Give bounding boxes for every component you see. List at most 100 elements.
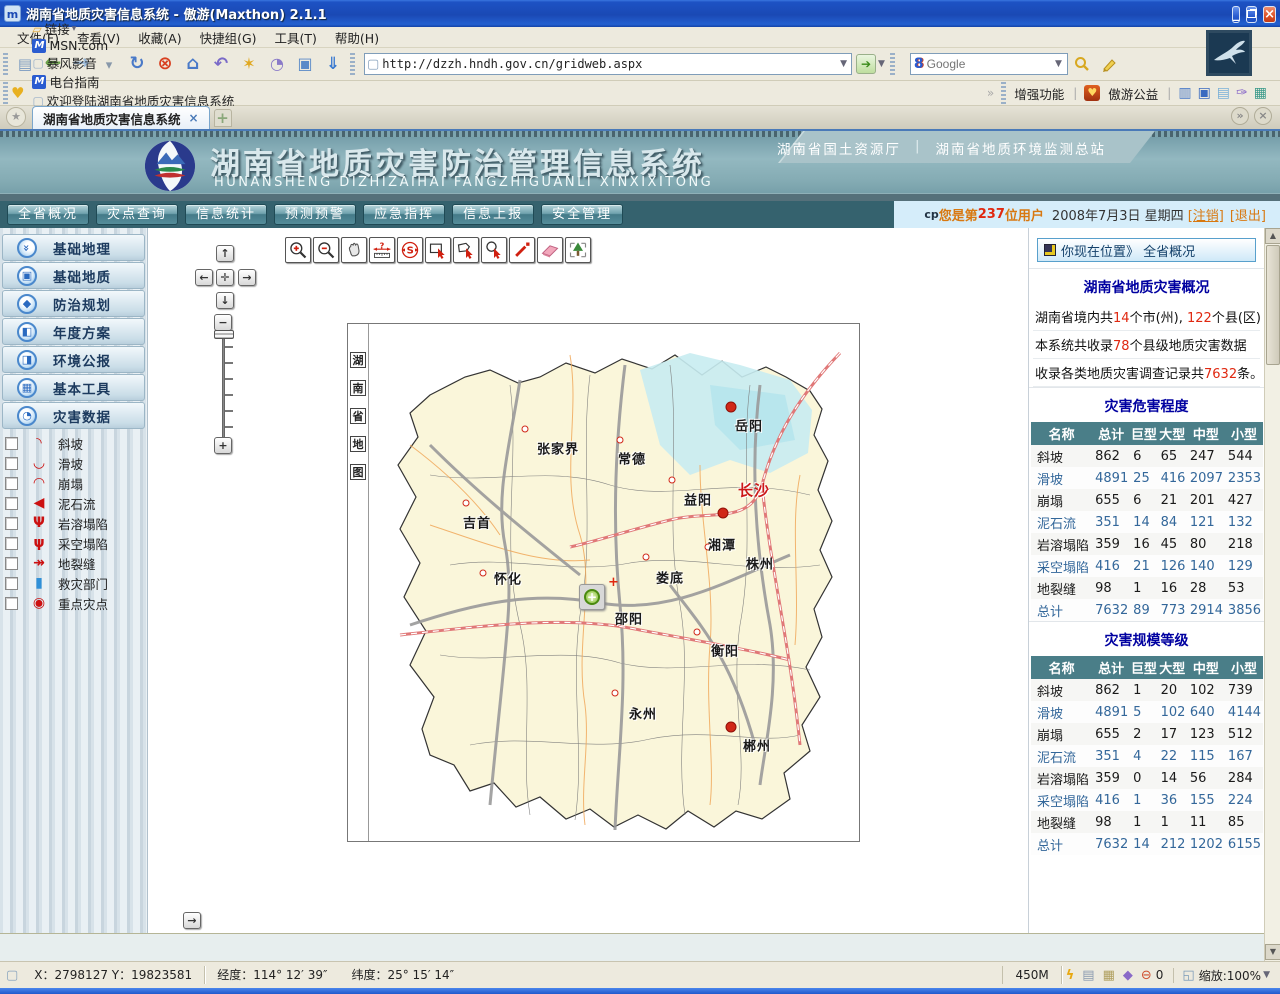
pan-down-button[interactable]: ↓ (216, 292, 234, 309)
select-circle-icon[interactable] (481, 237, 507, 263)
address-input[interactable] (382, 57, 838, 71)
nav-tab-2[interactable]: 信息统计 (185, 204, 267, 225)
zoom-slider-track[interactable] (222, 332, 225, 440)
select-polygon-icon[interactable] (453, 237, 479, 263)
download-icon[interactable]: ⇓ (320, 51, 346, 77)
tab-close-icon[interactable]: × (189, 111, 199, 125)
boost-lightning-icon[interactable]: ϟ (1066, 968, 1075, 983)
zoom-out-icon[interactable] (313, 237, 339, 263)
zoom-minus-button[interactable]: − (214, 314, 232, 331)
zoom-plus-button[interactable]: + (214, 437, 232, 454)
layer-checkbox[interactable] (5, 437, 18, 450)
map-locate-marker[interactable]: + (579, 584, 605, 610)
pan-left-button[interactable]: ← (195, 269, 213, 286)
banner-link-0[interactable]: 湖南省国土资源厅 (777, 138, 901, 158)
go-button[interactable]: ➔ (856, 54, 876, 74)
zoom-dropdown-icon[interactable]: ▼ (1261, 970, 1272, 980)
layers-tree-icon[interactable] (565, 237, 591, 263)
history-icon[interactable]: ◔ (264, 51, 290, 77)
pan-up-button[interactable]: ↑ (216, 245, 234, 262)
logout-link[interactable]: [注销] (1188, 205, 1224, 224)
go-dropdown-icon[interactable]: ▼ (876, 59, 887, 69)
nav-tab-4[interactable]: 应急指挥 (363, 204, 445, 225)
nav-tab-5[interactable]: 信息上报 (452, 204, 534, 225)
popup-blocker-icon[interactable]: ⊖ (1141, 968, 1152, 983)
nav-tab-1[interactable]: 灾点查询 (96, 204, 178, 225)
layer-checkbox[interactable] (5, 517, 18, 530)
nav-tab-0[interactable]: 全省概况 (7, 204, 89, 225)
nav-tab-6[interactable]: 安全管理 (541, 204, 623, 225)
links-overflow-chevron[interactable]: » (987, 86, 994, 100)
pan-right-button[interactable]: → (238, 269, 256, 286)
exit-link[interactable]: [退出] (1230, 205, 1266, 224)
redline-icon[interactable] (509, 237, 535, 263)
link-item-0[interactable]: ▱链接▾ (32, 19, 234, 38)
layer-checkbox[interactable] (5, 497, 18, 510)
maxthon-charity-link[interactable]: 傲游公益 (1108, 84, 1158, 103)
tab-list-close-icon[interactable]: × (1254, 107, 1272, 125)
link-item-3[interactable]: M电台指南 (32, 72, 234, 91)
tab-star-button[interactable]: ★ (6, 107, 26, 127)
scroll-down-icon[interactable]: ▼ (1265, 944, 1280, 960)
address-dropdown-icon[interactable]: ▼ (838, 59, 849, 69)
tab-active[interactable]: 湖南省地质灾害信息系统 × (32, 106, 210, 129)
toolbar-drag-handle[interactable] (3, 53, 8, 75)
sidebar-section-6[interactable]: ◔灾害数据 (2, 402, 145, 429)
scroll-right-button[interactable]: → (183, 912, 201, 929)
sidebar-section-1[interactable]: ▣基础地质 (2, 262, 145, 289)
new-window-icon[interactable]: ▦ (1103, 968, 1115, 983)
split-window-icon[interactable]: ▣ (292, 51, 318, 77)
enhance-link[interactable]: 增强功能 (1014, 84, 1064, 103)
pens-icon[interactable]: ✑ (1236, 85, 1248, 101)
address-drag-handle[interactable] (350, 53, 355, 75)
menu-item-4[interactable]: 工具(T) (266, 26, 326, 49)
nav-tab-3[interactable]: 预测预警 (274, 204, 356, 225)
window-icon[interactable]: ▣ (1198, 85, 1211, 101)
vertical-scrollbar[interactable]: ▲ ▼ (1264, 228, 1280, 961)
scroll-up-icon[interactable]: ▲ (1265, 228, 1280, 244)
new-tab-button[interactable]: + (214, 109, 232, 127)
sidebar-section-0[interactable]: »基础地理 (2, 234, 145, 261)
shield-icon[interactable]: ♥ (1084, 85, 1100, 101)
eraser-icon[interactable] (537, 237, 563, 263)
zoom-slider-thumb[interactable] (214, 330, 234, 339)
close-button[interactable]: × (1263, 6, 1276, 23)
highlight-button[interactable] (1097, 51, 1123, 77)
sidebar-section-2[interactable]: ◆防治规划 (2, 290, 145, 317)
map-viewport[interactable]: 张家界常德岳阳吉首益阳长沙湘潭株州怀化娄底邵阳衡阳永州郴州 + + (370, 325, 859, 840)
link-item-1[interactable]: MMSN.com (32, 38, 234, 53)
menu-item-5[interactable]: 帮助(H) (326, 26, 388, 49)
zoom-in-icon[interactable] (285, 237, 311, 263)
banner-link-1[interactable]: 湖南省地质环境监测总站 (936, 138, 1107, 158)
search-button[interactable] (1069, 51, 1095, 77)
link-item-2[interactable]: ▢暴风影音 (32, 53, 234, 72)
restore-button[interactable] (1246, 6, 1257, 23)
search-drag-handle[interactable] (890, 53, 895, 75)
favorites-heart-icon[interactable]: ♥ (11, 84, 24, 102)
search-input[interactable] (927, 57, 1053, 71)
sidebar-section-5[interactable]: ▦基本工具 (2, 374, 145, 401)
resize-icon[interactable]: ◱ (1173, 968, 1194, 983)
plugin-diamond-icon[interactable]: ◆ (1123, 968, 1133, 983)
layer-checkbox[interactable] (5, 457, 18, 470)
proxy-icon[interactable]: ▤ (1082, 968, 1094, 983)
pan-icon[interactable] (341, 237, 367, 263)
wand-icon[interactable]: ✶ (236, 51, 262, 77)
sidebar-section-3[interactable]: ◧年度方案 (2, 318, 145, 345)
layer-checkbox[interactable] (5, 577, 18, 590)
sidebar-section-4[interactable]: ◨环境公报 (2, 346, 145, 373)
minimize-button[interactable]: _ (1232, 6, 1241, 23)
scrollbar-thumb[interactable] (1266, 245, 1280, 365)
rubik-icon[interactable]: ▦ (1254, 85, 1267, 101)
sidebar-panel-icon[interactable]: ▥ (1178, 85, 1191, 101)
layer-checkbox[interactable] (5, 597, 18, 610)
select-rect-icon[interactable] (425, 237, 451, 263)
search-engine-dropdown-icon[interactable]: ▼ (1053, 59, 1064, 69)
notepad-icon[interactable]: ▤ (1217, 85, 1230, 101)
full-extent-icon[interactable]: S (397, 237, 423, 263)
layer-checkbox[interactable] (5, 477, 18, 490)
pan-center-button[interactable]: ✛ (216, 269, 234, 286)
layer-checkbox[interactable] (5, 557, 18, 570)
tab-scroll-chevron-icon[interactable]: » (1231, 107, 1249, 125)
links-drag-handle[interactable] (3, 82, 8, 104)
